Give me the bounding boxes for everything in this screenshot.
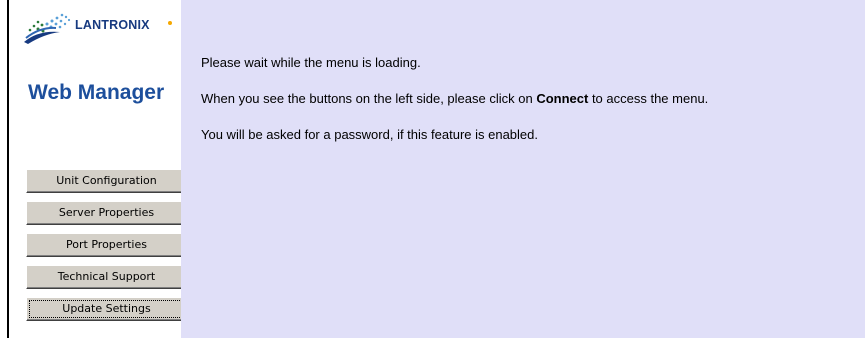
update-settings-button[interactable]: Update Settings: [26, 297, 187, 321]
loading-message: Please wait while the menu is loading.: [201, 55, 421, 70]
lantronix-logo: LANTRONIX: [22, 12, 184, 46]
unit-configuration-button[interactable]: Unit Configuration: [26, 169, 187, 193]
connect-instruction-pre: When you see the buttons on the left sid…: [201, 91, 537, 106]
technical-support-button[interactable]: Technical Support: [26, 265, 187, 289]
logo-brand-text: LANTRONIX: [75, 18, 150, 32]
password-note: You will be asked for a password, if thi…: [201, 127, 538, 142]
main-content: Please wait while the menu is loading. W…: [181, 0, 865, 338]
server-properties-button[interactable]: Server Properties: [26, 201, 187, 225]
connect-instruction-post: to access the menu.: [588, 91, 709, 106]
port-properties-button[interactable]: Port Properties: [26, 233, 187, 257]
product-title: Web Manager: [28, 81, 165, 104]
connect-keyword: Connect: [536, 91, 589, 106]
logo-dot: [168, 21, 172, 25]
logo-swoosh-icon: [24, 13, 71, 44]
connect-instruction: When you see the buttons on the left sid…: [201, 91, 708, 106]
sidebar: LANTRONIX Web Manager Unit Configuration…: [9, 0, 187, 338]
